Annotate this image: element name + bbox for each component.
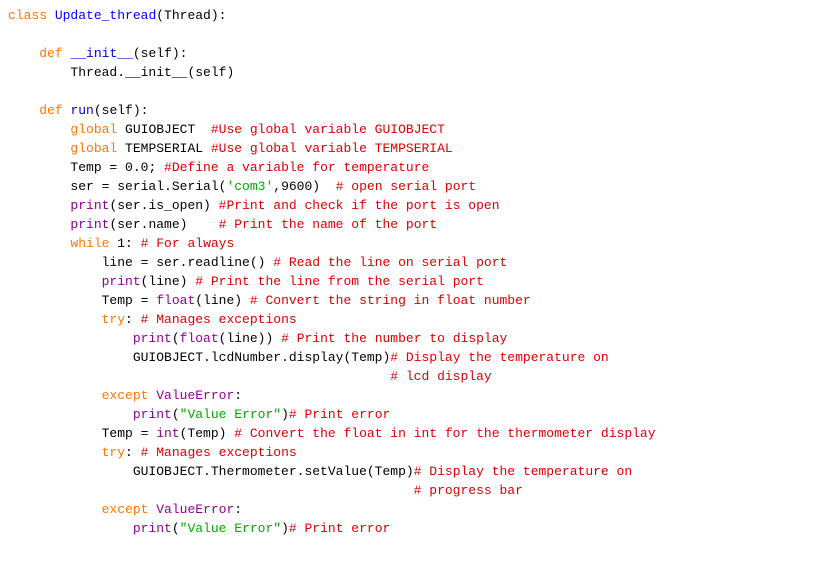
builtin: print <box>133 331 172 346</box>
comment: #Use global variable GUIOBJECT <box>211 122 445 137</box>
code-text: ) <box>281 521 289 536</box>
kw-while: while <box>70 236 109 251</box>
class-name: Update_thread <box>55 8 156 23</box>
builtin: print <box>133 521 172 536</box>
code-text: Temp = <box>102 293 157 308</box>
builtin: print <box>102 274 141 289</box>
comment: #Print and check if the port is open <box>219 198 500 213</box>
comment: # progress bar <box>414 483 523 498</box>
code-text: (Temp) <box>180 426 235 441</box>
func-name: run <box>70 103 93 118</box>
comment: # Print the number to display <box>281 331 507 346</box>
code-text: (line)) <box>219 331 281 346</box>
string: 'com3' <box>226 179 273 194</box>
comment: # For always <box>141 236 235 251</box>
code-text: , <box>273 179 281 194</box>
comment: # Print error <box>289 407 390 422</box>
number: 1 <box>109 236 125 251</box>
number: 0.0 <box>125 160 148 175</box>
code-text: (Thread): <box>156 8 226 23</box>
code-text: : <box>234 502 242 517</box>
code-text: TEMPSERIAL <box>117 141 211 156</box>
code-text: ( <box>172 521 180 536</box>
code-text: GUIOBJECT <box>117 122 211 137</box>
code-text: ( <box>172 331 180 346</box>
builtin: ValueError <box>156 388 234 403</box>
comment: #Use global variable TEMPSERIAL <box>211 141 453 156</box>
code-text: ser = serial.Serial( <box>70 179 226 194</box>
comment: # Print error <box>289 521 390 536</box>
builtin: ValueError <box>156 502 234 517</box>
builtin: print <box>70 198 109 213</box>
kw-except: except <box>102 502 149 517</box>
kw-try: try <box>102 312 125 327</box>
string: "Value Error" <box>180 521 281 536</box>
comment: # Read the line on serial port <box>273 255 507 270</box>
comment: # Manages exceptions <box>141 445 297 460</box>
kw-def: def <box>39 46 62 61</box>
code-text: Thread.__init__(self) <box>70 65 234 80</box>
kw-except: except <box>102 388 149 403</box>
kw-class: class <box>8 8 47 23</box>
code-text: GUIOBJECT.Thermometer.setValue(Temp) <box>133 464 414 479</box>
builtin: int <box>156 426 179 441</box>
comment: # Print the name of the port <box>219 217 437 232</box>
code-text: : <box>234 388 242 403</box>
number: 9600 <box>281 179 312 194</box>
code-text: ( <box>172 407 180 422</box>
code-text: (self): <box>133 46 188 61</box>
code-text: ; <box>148 160 164 175</box>
code-text: (line) <box>141 274 196 289</box>
code-text: ) <box>312 179 335 194</box>
comment: # Convert the string in float number <box>250 293 531 308</box>
func-name: __init__ <box>70 46 132 61</box>
kw-global: global <box>70 141 117 156</box>
code-text: (ser.name) <box>109 217 218 232</box>
builtin: print <box>133 407 172 422</box>
comment: # Manages exceptions <box>141 312 297 327</box>
string: "Value Error" <box>180 407 281 422</box>
comment: # open serial port <box>336 179 476 194</box>
kw-try: try <box>102 445 125 460</box>
comment: # Convert the float in int for the therm… <box>234 426 655 441</box>
builtin: float <box>180 331 219 346</box>
code-text: ) <box>281 407 289 422</box>
code-text: GUIOBJECT.lcdNumber.display(Temp) <box>133 350 390 365</box>
builtin: float <box>156 293 195 308</box>
code-text: (self): <box>94 103 149 118</box>
code-text: line = ser.readline() <box>102 255 274 270</box>
comment: # Print the line from the serial port <box>195 274 484 289</box>
kw-def: def <box>39 103 62 118</box>
comment: #Define a variable for temperature <box>164 160 429 175</box>
kw-global: global <box>70 122 117 137</box>
code-text: Temp = <box>102 426 157 441</box>
code-block: class Update_thread(Thread): def __init_… <box>0 0 840 544</box>
code-text: : <box>125 445 141 460</box>
comment: # lcd display <box>390 369 491 384</box>
code-text: Temp = <box>70 160 125 175</box>
builtin: print <box>70 217 109 232</box>
code-text: : <box>125 236 141 251</box>
comment: # Display the temperature on <box>390 350 608 365</box>
code-text: (line) <box>195 293 250 308</box>
code-text: : <box>125 312 141 327</box>
code-text: (ser.is_open) <box>109 198 218 213</box>
comment: # Display the temperature on <box>414 464 632 479</box>
